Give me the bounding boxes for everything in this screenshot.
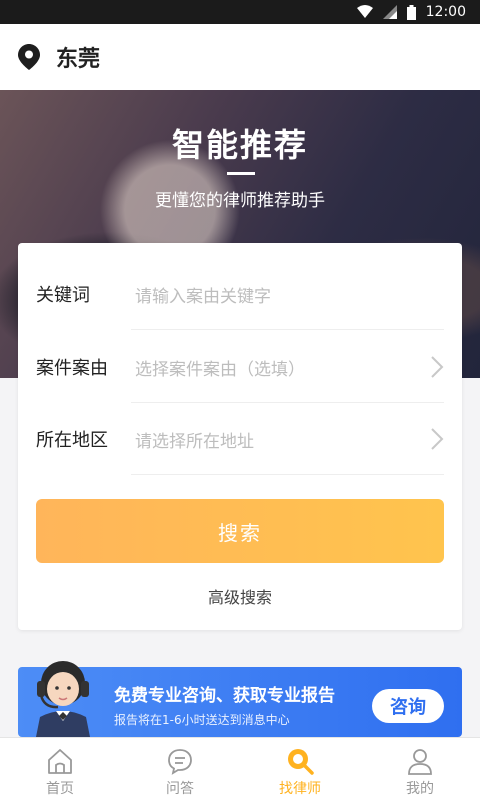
- region-label: 所在地区: [36, 430, 108, 451]
- tab-find-lawyer-label: 找律师: [279, 781, 321, 797]
- keyword-row[interactable]: 关键词 请输入案由关键字: [18, 258, 462, 330]
- consult-title: 免费专业咨询、获取专业报告: [114, 686, 335, 706]
- divider: [131, 474, 444, 475]
- region-select[interactable]: 请选择所在地址: [135, 403, 254, 475]
- tab-profile[interactable]: 我的: [360, 738, 480, 801]
- consult-button[interactable]: 咨询: [372, 689, 444, 723]
- chevron-right-icon: [431, 356, 444, 378]
- location-pin-icon: [18, 44, 40, 70]
- tab-qa-label: 问答: [166, 781, 194, 797]
- hero-divider: [227, 172, 255, 175]
- case-type-row[interactable]: 案件案由 选择案件案由（选填）: [18, 331, 462, 403]
- tab-home-label: 首页: [46, 781, 74, 797]
- profile-icon: [408, 749, 432, 775]
- battery-icon: [406, 4, 416, 20]
- city-name[interactable]: 东莞: [56, 41, 100, 73]
- tab-find-lawyer[interactable]: 找律师: [240, 738, 360, 801]
- search-lawyer-icon: [288, 749, 314, 775]
- keyword-label: 关键词: [36, 285, 90, 306]
- consult-subtitle: 报告将在1-6小时送达到消息中心: [114, 713, 290, 727]
- case-type-select[interactable]: 选择案件案由（选填）: [135, 331, 305, 403]
- region-row[interactable]: 所在地区 请选择所在地址: [18, 403, 462, 475]
- chat-icon: [168, 749, 192, 775]
- search-button[interactable]: 搜索: [36, 499, 444, 563]
- home-icon: [48, 749, 72, 774]
- case-type-label: 案件案由: [36, 358, 108, 379]
- wifi-icon: [356, 5, 373, 18]
- status-time: 12:00: [425, 4, 466, 20]
- tab-profile-label: 我的: [406, 781, 434, 797]
- hero-title: 智能推荐: [171, 126, 308, 164]
- tab-home[interactable]: 首页: [0, 738, 120, 801]
- consult-banner[interactable]: 免费专业咨询、获取专业报告 报告将在1-6小时送达到消息中心 咨询: [18, 661, 462, 737]
- advanced-search-link[interactable]: 高级搜索: [18, 584, 462, 608]
- search-card: 关键词 请输入案由关键字 案件案由 选择案件案由（选填） 所在地区 请选择所在地…: [18, 243, 462, 630]
- keyword-input[interactable]: 请输入案由关键字: [135, 258, 271, 330]
- signal-icon: [382, 5, 397, 19]
- status-bar: 12:00: [0, 0, 480, 24]
- tab-qa[interactable]: 问答: [120, 738, 240, 801]
- chevron-right-icon: [431, 428, 444, 450]
- divider: [131, 329, 444, 330]
- hero-subtitle: 更懂您的律师推荐助手: [155, 191, 325, 211]
- customer-service-agent-icon: [36, 661, 90, 737]
- bottom-tab-bar: 首页 问答 找律师 我的: [0, 737, 480, 801]
- location-header[interactable]: 东莞: [0, 24, 480, 90]
